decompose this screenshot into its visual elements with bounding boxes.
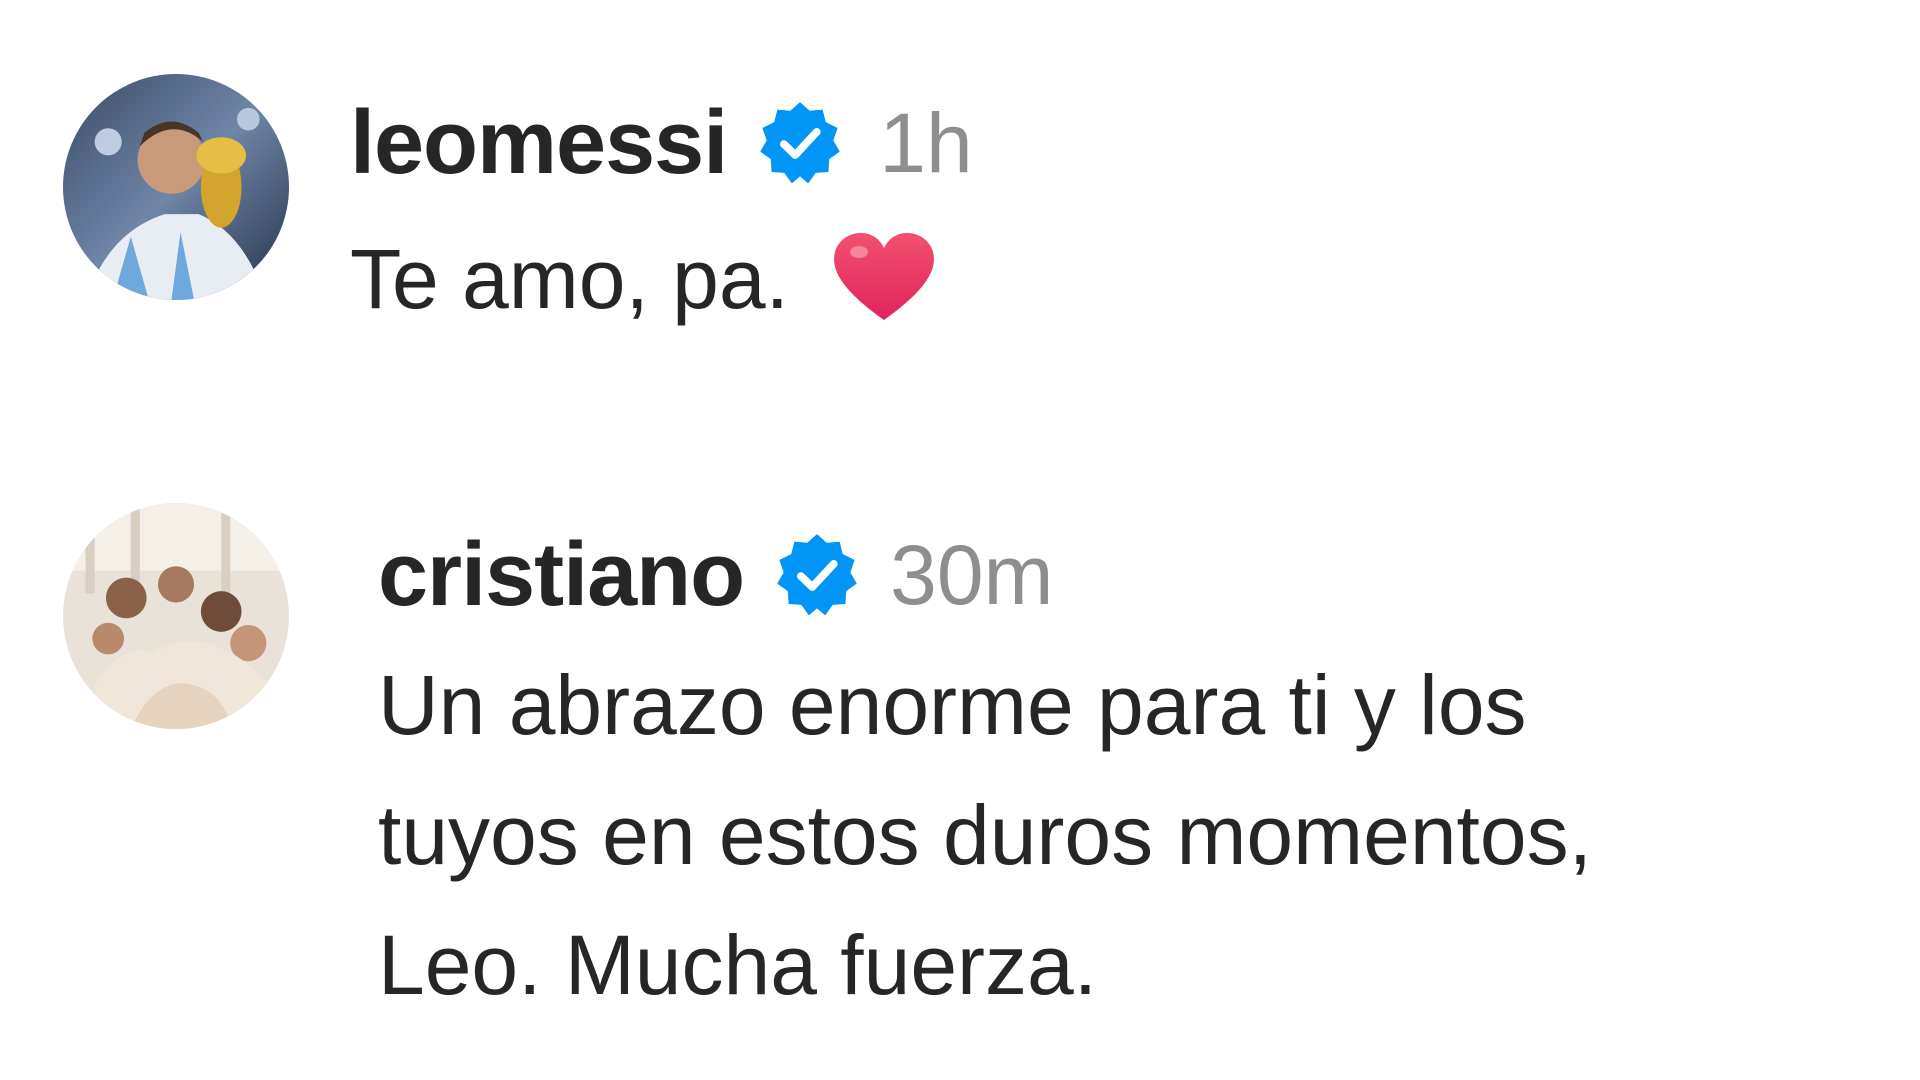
- timestamp[interactable]: 1h: [879, 95, 972, 192]
- comment-text-line: Un abrazo enorme para ti y los: [378, 658, 1527, 752]
- comment-text: Un abrazo enorme para ti y los tuyos en …: [378, 640, 1592, 1030]
- comment-text-line: Leo. Mucha fuerza.: [378, 918, 1098, 1012]
- comment-text-content: Te amo, pa.: [350, 232, 789, 326]
- red-heart-icon: [829, 228, 939, 324]
- comment-header: leomessi 1h: [350, 88, 973, 198]
- timestamp[interactable]: 30m: [890, 527, 1053, 624]
- verified-badge-icon: [757, 100, 843, 186]
- username[interactable]: leomessi: [350, 92, 728, 195]
- username[interactable]: cristiano: [378, 524, 745, 627]
- comment-text-line: tuyos en estos duros momentos,: [378, 788, 1592, 882]
- comment-header: cristiano 30m: [378, 520, 1054, 630]
- avatar[interactable]: [63, 503, 289, 729]
- comment-text: Te amo, pa.: [350, 214, 939, 344]
- avatar-image: [63, 74, 289, 300]
- verified-badge-icon: [774, 532, 860, 618]
- avatar-image: [63, 503, 289, 729]
- avatar[interactable]: [63, 74, 289, 300]
